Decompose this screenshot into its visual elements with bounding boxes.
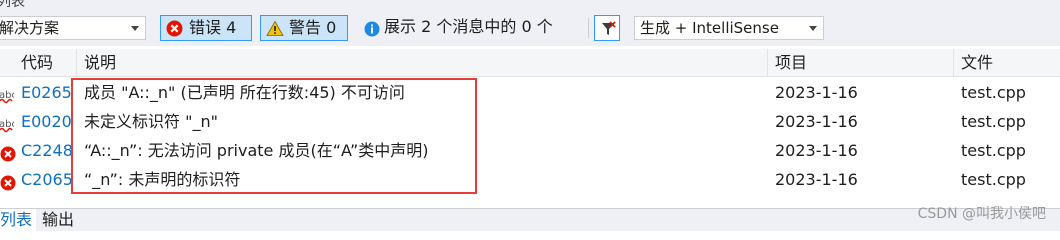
column-header-project[interactable]: 项目 bbox=[775, 49, 807, 76]
watermark: CSDN @叫我小侯吧 bbox=[917, 206, 1046, 222]
row-code: C2065 bbox=[21, 170, 73, 189]
row-code: C2248 bbox=[21, 141, 73, 160]
row-description: “A::_n”: 无法访问 private 成员(在“A”类中声明) bbox=[84, 141, 429, 160]
errors-filter-button[interactable]: 错误 4 bbox=[160, 15, 252, 41]
chevron-down-icon bbox=[809, 26, 817, 31]
toolbar-divider bbox=[588, 18, 589, 38]
row-file: test.cpp bbox=[961, 112, 1026, 131]
window-title: 列表 bbox=[0, 0, 25, 10]
error-list-toolbar: 解决方案 错误 4 警告 0 展示 2 个消息中的 0 个 生成 + Intel… bbox=[0, 10, 1060, 46]
errors-filter-label: 错误 4 bbox=[189, 18, 237, 37]
row-description: “_n”: 未声明的标识符 bbox=[84, 170, 241, 189]
warnings-filter-button[interactable]: 警告 0 bbox=[260, 15, 348, 41]
error-list-header: 代码 说明 项目 文件 bbox=[0, 49, 1060, 77]
row-code: E0020 bbox=[21, 112, 72, 131]
chevron-down-icon bbox=[131, 26, 139, 31]
messages-filter-button[interactable]: 展示 2 个消息中的 0 个 bbox=[360, 15, 585, 41]
warning-icon bbox=[266, 20, 284, 44]
row-file: test.cpp bbox=[961, 83, 1026, 102]
column-header-file[interactable]: 文件 bbox=[961, 49, 993, 76]
column-divider[interactable] bbox=[953, 49, 954, 76]
error-icon bbox=[0, 171, 16, 200]
bottom-tab-strip: 列表 输出 bbox=[0, 208, 1060, 231]
row-description: 成员 "A::_n" (已声明 所在行数:45) 不可访问 bbox=[84, 83, 405, 102]
info-icon bbox=[364, 20, 380, 44]
table-row[interactable]: C2248 “A::_n”: 无法访问 private 成员(在“A”类中声明)… bbox=[0, 136, 1060, 165]
row-project: 2023-1-16 bbox=[775, 112, 858, 131]
table-row[interactable]: C2065 “_n”: 未声明的标识符 2023-1-16 test.cpp bbox=[0, 165, 1060, 194]
warnings-filter-label: 警告 0 bbox=[289, 18, 337, 37]
filter-icon bbox=[599, 20, 617, 42]
row-project: 2023-1-16 bbox=[775, 141, 858, 160]
row-file: test.cpp bbox=[961, 141, 1026, 160]
row-project: 2023-1-16 bbox=[775, 83, 858, 102]
row-file: test.cpp bbox=[961, 170, 1026, 189]
scope-dropdown[interactable]: 解决方案 bbox=[0, 16, 146, 40]
table-row[interactable]: abc E0265 成员 "A::_n" (已声明 所在行数:45) 不可访问 … bbox=[0, 78, 1060, 107]
messages-filter-label: 展示 2 个消息中的 0 个 bbox=[384, 17, 553, 36]
table-row[interactable]: abc E0020 未定义标识符 "_n" 2023-1-16 test.cpp bbox=[0, 107, 1060, 136]
tab-output[interactable]: 输出 bbox=[42, 209, 74, 231]
row-code: E0265 bbox=[21, 83, 72, 102]
scope-dropdown-value: 解决方案 bbox=[0, 19, 60, 37]
column-header-code[interactable]: 代码 bbox=[21, 49, 53, 76]
column-divider[interactable] bbox=[767, 49, 768, 76]
column-divider[interactable] bbox=[76, 49, 77, 76]
filter-toggle-button[interactable] bbox=[594, 15, 620, 41]
window-title-bar: 列表 bbox=[0, 0, 1060, 10]
build-source-value: 生成 + IntelliSense bbox=[640, 19, 779, 37]
column-header-description[interactable]: 说明 bbox=[84, 49, 116, 76]
row-description: 未定义标识符 "_n" bbox=[84, 112, 218, 131]
error-icon bbox=[166, 20, 183, 44]
row-project: 2023-1-16 bbox=[775, 170, 858, 189]
build-source-dropdown[interactable]: 生成 + IntelliSense bbox=[634, 16, 824, 40]
tab-error-list[interactable]: 列表 bbox=[0, 209, 37, 231]
